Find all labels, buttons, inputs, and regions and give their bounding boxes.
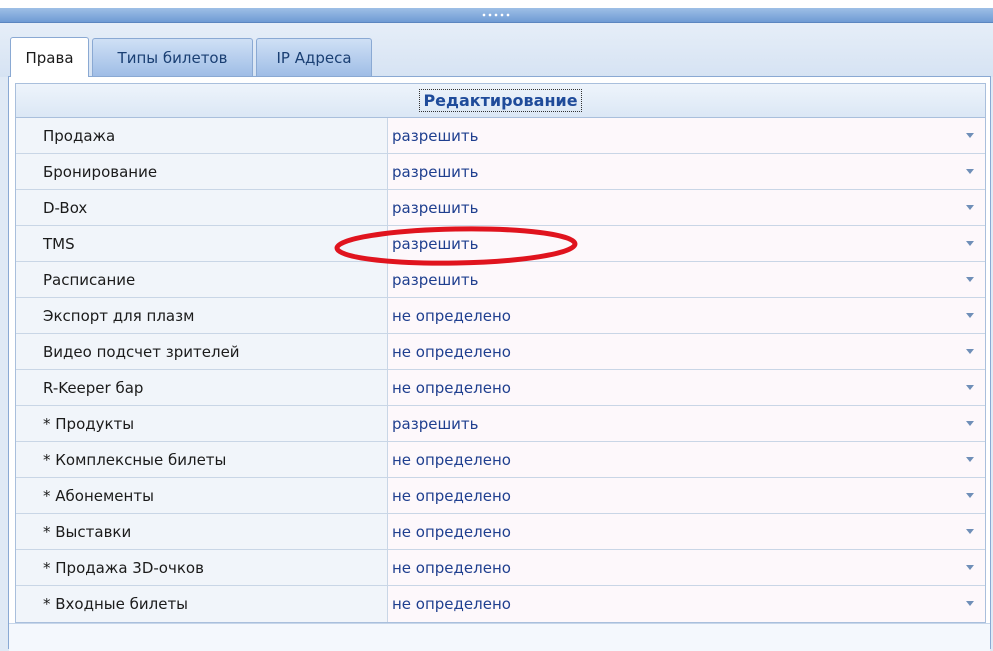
permission-value: не определено: [392, 306, 511, 325]
permission-name: * Выставки: [16, 514, 388, 549]
dropdown-arrow-icon[interactable]: [966, 349, 974, 354]
dropdown-arrow-icon[interactable]: [966, 493, 974, 498]
permission-name: * Входные билеты: [16, 586, 388, 622]
permission-value: не определено: [392, 378, 511, 397]
dropdown-arrow-icon[interactable]: [966, 133, 974, 138]
permission-value: разрешить: [392, 270, 479, 289]
permission-value-dropdown[interactable]: не определено: [388, 298, 985, 333]
permission-value: не определено: [392, 558, 511, 577]
permission-name: Экспорт для плазм: [16, 298, 388, 333]
dropdown-arrow-icon[interactable]: [966, 529, 974, 534]
grid-category-header[interactable]: Редактирование: [16, 84, 985, 118]
permission-name: Видео подсчет зрителей: [16, 334, 388, 369]
tab-content-panel: Редактирование Продажа разрешить Брониро…: [8, 76, 991, 651]
splitter-bar[interactable]: [0, 8, 993, 23]
permission-name: * Абонементы: [16, 478, 388, 513]
permission-value-dropdown[interactable]: разрешить: [388, 262, 985, 297]
dropdown-arrow-icon[interactable]: [966, 457, 974, 462]
grid-row: * Продукты разрешить: [16, 406, 985, 442]
permission-name: Продажа: [16, 118, 388, 153]
window-top-edge: [0, 0, 993, 8]
permission-value: разрешить: [392, 234, 479, 253]
grid-row: * Входные билеты не определено: [16, 586, 985, 622]
permission-value-dropdown[interactable]: не определено: [388, 586, 985, 622]
dropdown-arrow-icon[interactable]: [966, 169, 974, 174]
permission-value-dropdown[interactable]: не определено: [388, 442, 985, 477]
permission-name: Расписание: [16, 262, 388, 297]
tab-ip-addresses[interactable]: IP Адреса: [256, 38, 372, 76]
dropdown-arrow-icon[interactable]: [966, 277, 974, 282]
permission-value-dropdown[interactable]: разрешить: [388, 118, 985, 153]
permission-name: R-Keeper бар: [16, 370, 388, 405]
grid-row: Продажа разрешить: [16, 118, 985, 154]
dropdown-arrow-icon[interactable]: [966, 601, 974, 606]
grid-row: Расписание разрешить: [16, 262, 985, 298]
splitter-grip-icon[interactable]: [481, 13, 511, 17]
permission-name: TMS: [16, 226, 388, 261]
grid-row: * Комплексные билеты не определено: [16, 442, 985, 478]
grid-row: Экспорт для плазм не определено: [16, 298, 985, 334]
permission-value-dropdown[interactable]: не определено: [388, 550, 985, 585]
panel-footer: [9, 623, 990, 651]
grid-row: * Абонементы не определено: [16, 478, 985, 514]
grid-row: Видео подсчет зрителей не определено: [16, 334, 985, 370]
tab-ticket-types[interactable]: Типы билетов: [92, 38, 253, 76]
grid-row: TMS разрешить: [16, 226, 985, 262]
permission-value-dropdown[interactable]: не определено: [388, 478, 985, 513]
permission-name: * Продажа 3D-очков: [16, 550, 388, 585]
grid-row: R-Keeper бар не определено: [16, 370, 985, 406]
grid-row: * Продажа 3D-очков не определено: [16, 550, 985, 586]
grid-row: Бронирование разрешить: [16, 154, 985, 190]
permission-value-dropdown[interactable]: не определено: [388, 334, 985, 369]
permission-value: не определено: [392, 450, 511, 469]
grid-row: * Выставки не определено: [16, 514, 985, 550]
permission-value-dropdown[interactable]: не определено: [388, 514, 985, 549]
dropdown-arrow-icon[interactable]: [966, 421, 974, 426]
permission-value: разрешить: [392, 414, 479, 433]
permissions-grid: Редактирование Продажа разрешить Брониро…: [15, 83, 986, 623]
grid-row: D-Box разрешить: [16, 190, 985, 226]
dropdown-arrow-icon[interactable]: [966, 241, 974, 246]
permission-value-dropdown[interactable]: разрешить: [388, 190, 985, 225]
permission-value: разрешить: [392, 198, 479, 217]
permission-value: не определено: [392, 486, 511, 505]
permission-value: не определено: [392, 522, 511, 541]
permission-name: * Продукты: [16, 406, 388, 441]
grid-category-title: Редактирование: [419, 89, 582, 112]
permission-value-dropdown[interactable]: разрешить: [388, 154, 985, 189]
permission-value: разрешить: [392, 162, 479, 181]
dropdown-arrow-icon[interactable]: [966, 205, 974, 210]
permission-value-dropdown[interactable]: разрешить: [388, 406, 985, 441]
dropdown-arrow-icon[interactable]: [966, 565, 974, 570]
permission-value: не определено: [392, 342, 511, 361]
dropdown-arrow-icon[interactable]: [966, 385, 974, 390]
permission-value-dropdown[interactable]: разрешить: [388, 226, 985, 261]
tab-rights[interactable]: Права: [10, 37, 89, 77]
permission-value: не определено: [392, 595, 511, 613]
permission-value: разрешить: [392, 126, 479, 145]
permission-name: * Комплексные билеты: [16, 442, 388, 477]
permission-value-dropdown[interactable]: не определено: [388, 370, 985, 405]
permission-name: Бронирование: [16, 154, 388, 189]
permission-name: D-Box: [16, 190, 388, 225]
dropdown-arrow-icon[interactable]: [966, 313, 974, 318]
